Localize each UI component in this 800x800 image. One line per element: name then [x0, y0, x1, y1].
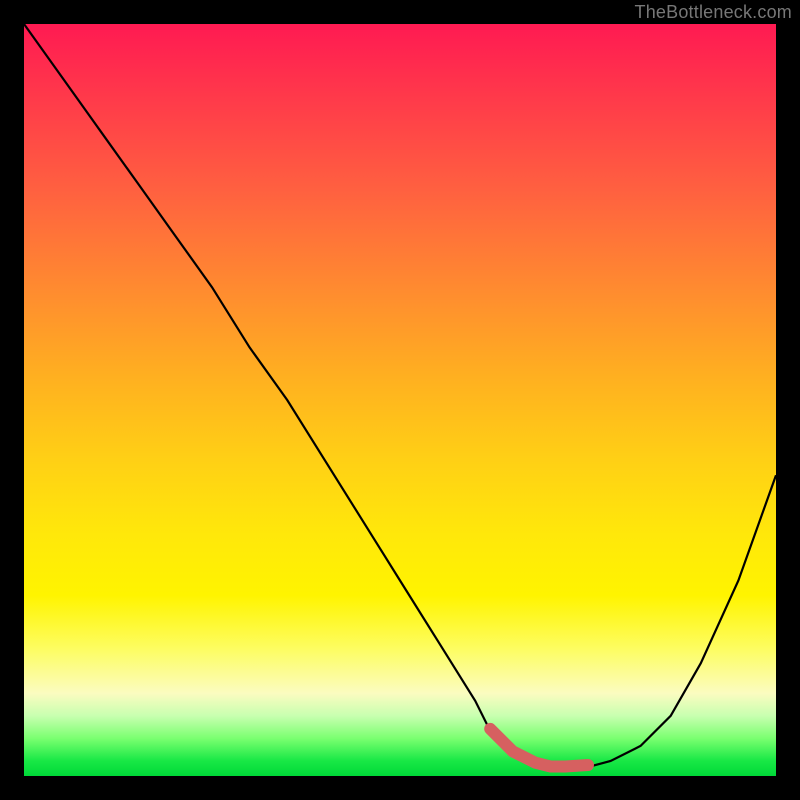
chart-overlay: [24, 24, 776, 776]
chart-frame: [24, 24, 776, 776]
flat-region-marker: [490, 729, 588, 767]
bottleneck-curve: [24, 24, 776, 769]
attribution-text: TheBottleneck.com: [635, 2, 792, 23]
